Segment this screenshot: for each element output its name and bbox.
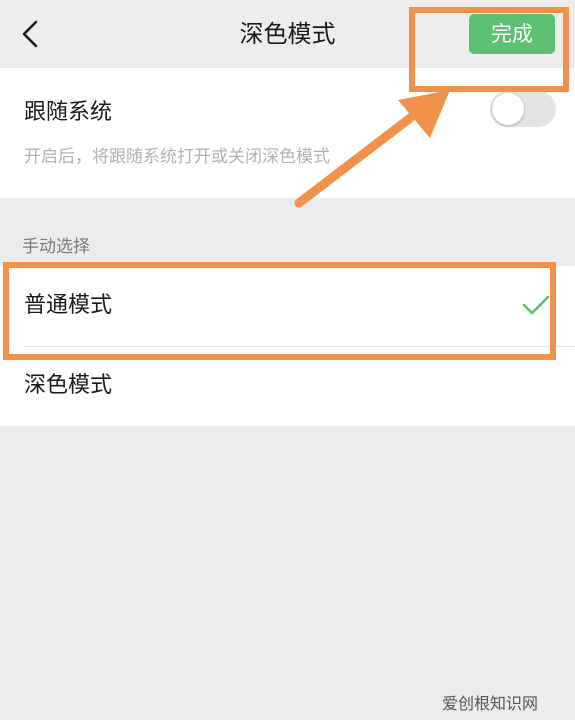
option-label: 深色模式 [24, 373, 113, 398]
done-button[interactable]: 完成 [469, 14, 555, 54]
back-button[interactable] [10, 12, 50, 56]
toggle-knob [492, 93, 524, 125]
checkmark-icon [522, 295, 550, 315]
follow-system-panel: 跟随系统 开启后，将跟随系统打开或关闭深色模式 [0, 68, 575, 198]
option-normal-mode[interactable]: 普通模式 [0, 266, 575, 346]
navigation-bar: 深色模式 完成 [0, 0, 575, 68]
section-label-manual: 手动选择 [22, 237, 90, 257]
mode-options-list: 普通模式 深色模式 [0, 266, 575, 426]
follow-system-toggle[interactable] [490, 91, 556, 127]
watermark: 爱创根知识网 [442, 694, 539, 713]
chevron-left-icon [22, 20, 38, 48]
option-dark-mode[interactable]: 深色模式 [0, 346, 575, 426]
follow-system-description: 开启后，将跟随系统打开或关闭深色模式 [24, 147, 330, 167]
follow-system-title: 跟随系统 [24, 100, 113, 125]
option-label: 普通模式 [24, 293, 113, 318]
